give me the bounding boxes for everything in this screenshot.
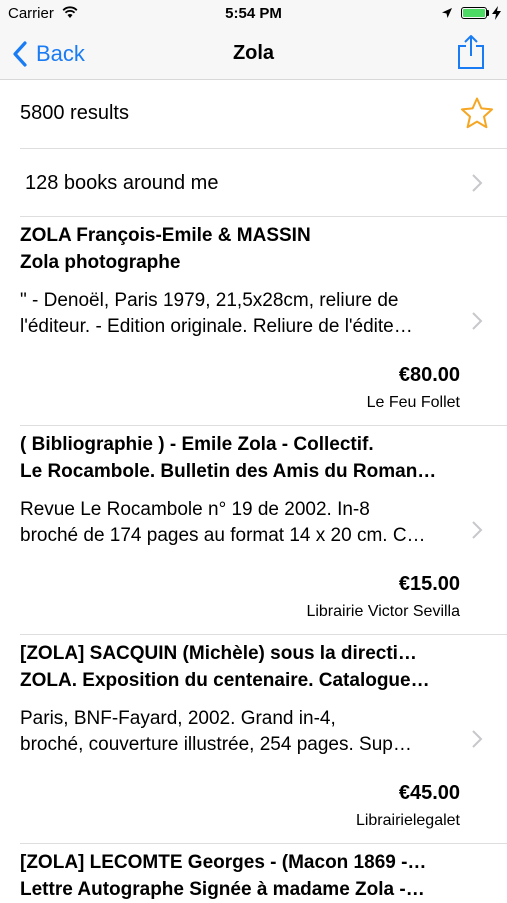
book-description: " - Denoël, Paris 1979, 21,5x28cm, reliu… (20, 290, 399, 311)
book-seller: Librairielegalet (355, 812, 460, 829)
star-icon[interactable] (459, 96, 495, 132)
book-seller: Librairie Victor Sevilla (306, 603, 460, 620)
battery-icon (461, 7, 487, 19)
clock: 5:54 PM (225, 5, 282, 22)
book-author: ZOLA François-Emile & MASSIN (20, 225, 311, 246)
book-description: l'éditeur. - Edition originale. Reliure … (20, 316, 413, 337)
separator (20, 148, 507, 149)
book-title: Le Rocambole. Bulletin des Amis du Roman… (20, 461, 437, 482)
battery-level (463, 9, 485, 17)
books-around-me-label: 128 books around me (25, 172, 219, 194)
book-seller: Le Feu Follet (366, 394, 460, 411)
book-price: €45.00 (398, 782, 460, 804)
book-title: Lettre Autographe Signée à madame Zola -… (20, 879, 425, 900)
list-item[interactable]: ( Bibliographie ) - Emile Zola - Collect… (0, 426, 507, 634)
books-around-me-row[interactable]: 128 books around me (0, 150, 507, 216)
book-description: Paris, BNF-Fayard, 2002. Grand in-4, (20, 708, 336, 729)
charging-bolt-icon (492, 6, 501, 20)
book-author: ( Bibliographie ) - Emile Zola - Collect… (20, 434, 374, 455)
page-title: Zola (232, 42, 275, 64)
book-description: broché de 174 pages au format 14 x 20 cm… (20, 525, 426, 546)
book-author: [ZOLA] LECOMTE Georges - (Macon 1869 -… (20, 852, 427, 873)
book-title: Zola photographe (20, 252, 181, 273)
share-icon[interactable] (456, 34, 486, 70)
navigation-bar: Back Zola (0, 28, 507, 80)
list-item[interactable]: [ZOLA] LECOMTE Georges - (Macon 1869 -… … (0, 844, 507, 900)
book-author: [ZOLA] SACQUIN (Michèle) sous la directi… (20, 643, 417, 664)
book-title: ZOLA. Exposition du centenaire. Catalogu… (20, 670, 430, 691)
battery-cap (487, 10, 489, 16)
chevron-right-icon (472, 312, 483, 330)
book-price: €80.00 (398, 364, 460, 386)
results-summary-row: 5800 results (0, 80, 507, 148)
status-bar: Carrier 5:54 PM (0, 0, 507, 28)
book-price: €15.00 (398, 573, 460, 595)
chevron-right-icon (472, 730, 483, 748)
list-item[interactable]: ZOLA François-Emile & MASSIN Zola photog… (0, 217, 507, 425)
chevron-right-icon (472, 174, 483, 192)
book-description: Revue Le Rocambole n° 19 de 2002. In-8 (20, 499, 370, 520)
list-item[interactable]: [ZOLA] SACQUIN (Michèle) sous la directi… (0, 635, 507, 843)
results-count: 5800 results (20, 102, 129, 124)
location-arrow-icon (442, 8, 452, 18)
chevron-right-icon (472, 521, 483, 539)
book-description: broché, couverture illustrée, 254 pages.… (20, 734, 412, 755)
